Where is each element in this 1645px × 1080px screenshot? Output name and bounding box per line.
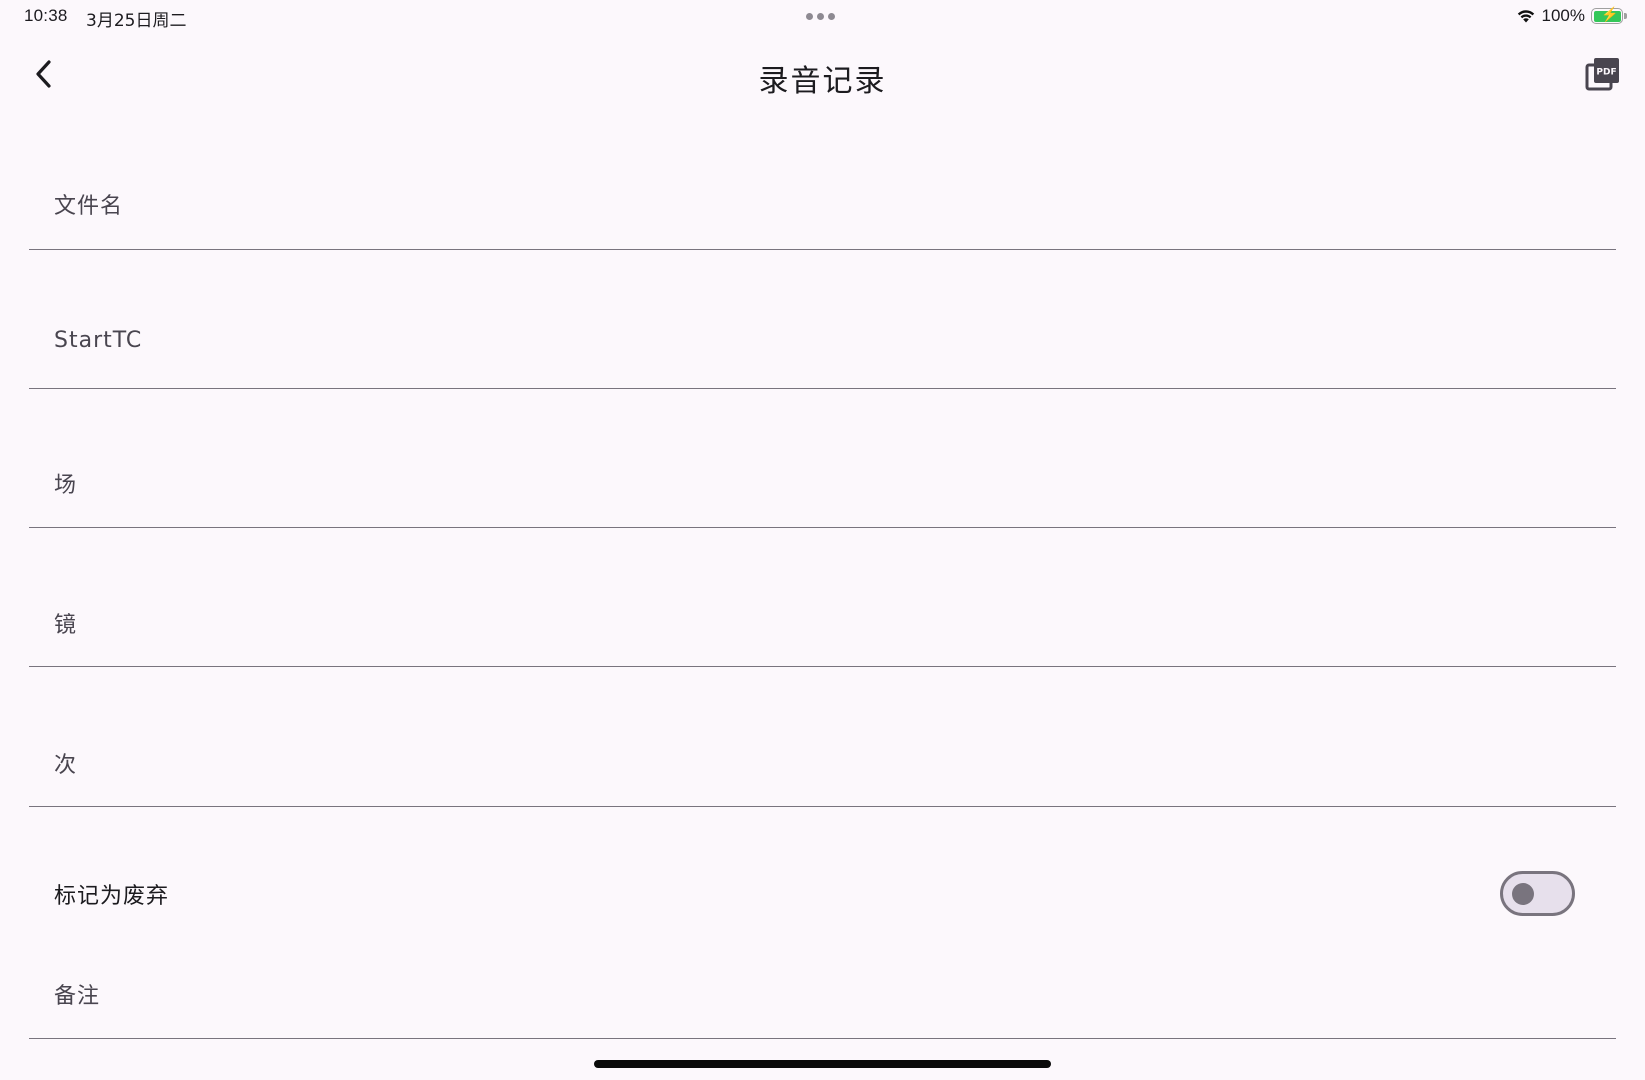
export-pdf-button[interactable]: PDF: [1585, 56, 1625, 96]
home-indicator[interactable]: [594, 1060, 1051, 1068]
battery-percentage: 100%: [1541, 6, 1585, 25]
pdf-export-icon: PDF: [1585, 58, 1619, 91]
status-bar: 10:38 3月25日周二 100% ⚡: [0, 0, 1645, 34]
scene-field[interactable]: 场: [29, 428, 1616, 528]
notes-field[interactable]: 备注: [29, 948, 1616, 1039]
battery-charging-icon: ⚡: [1591, 6, 1627, 24]
multitasking-dots-icon[interactable]: [806, 13, 835, 20]
starttc-field[interactable]: StartTC: [29, 290, 1616, 389]
scene-input[interactable]: [29, 428, 1616, 527]
notes-input[interactable]: [29, 948, 1616, 1038]
wifi-icon: [1517, 10, 1534, 23]
take-field[interactable]: 次: [29, 707, 1616, 807]
shot-input[interactable]: [29, 568, 1616, 666]
status-time: 10:38: [24, 6, 68, 25]
filename-field[interactable]: 文件名: [29, 150, 1616, 250]
recording-record-screen: 10:38 3月25日周二 100% ⚡ 录音记录 PDF 文件名 StartT…: [0, 0, 1645, 1080]
starttc-input[interactable]: [29, 290, 1616, 388]
svg-text:PDF: PDF: [1596, 68, 1616, 78]
status-indicators: 100% ⚡: [1516, 6, 1627, 26]
toggle-thumb: [1512, 883, 1534, 905]
status-date: 3月25日周二: [86, 11, 187, 31]
app-bar: 录音记录 PDF: [0, 44, 1645, 108]
discard-label: 标记为废弃: [54, 884, 170, 909]
take-input[interactable]: [29, 707, 1616, 806]
filename-input[interactable]: [29, 150, 1616, 249]
shot-field[interactable]: 镜: [29, 568, 1616, 667]
page-title: 录音记录: [758, 64, 887, 99]
discard-toggle[interactable]: [1500, 871, 1575, 916]
